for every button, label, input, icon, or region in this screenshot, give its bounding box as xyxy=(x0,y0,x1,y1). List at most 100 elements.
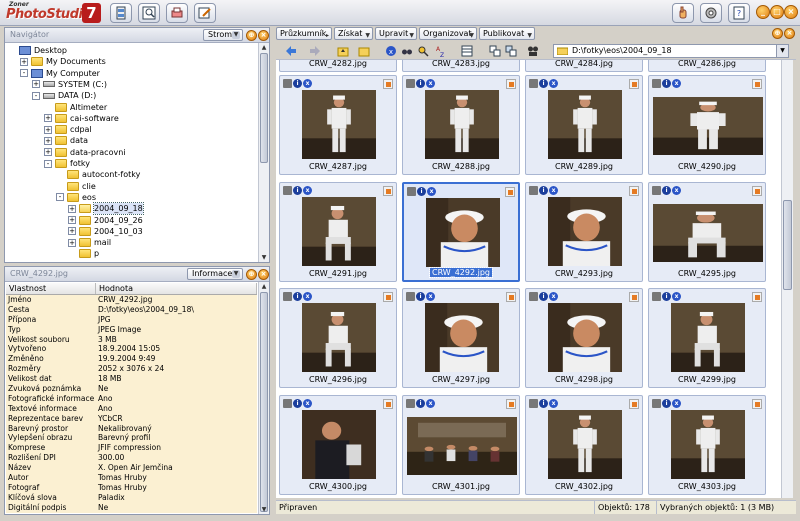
help-button[interactable]: ? xyxy=(728,3,750,23)
thumbnail-cell[interactable]: i x CRW_4291.jpg xyxy=(279,181,397,282)
thumbnail-cell[interactable]: i x CRW_4292.jpg xyxy=(402,181,520,282)
tree-item[interactable]: Desktop xyxy=(8,45,67,56)
filter-button[interactable] xyxy=(416,44,430,58)
tree-item[interactable]: +2004_09_26 xyxy=(68,215,143,226)
property-row[interactable]: Digitální podpis Ne xyxy=(6,502,257,513)
thumbnail-cell[interactable]: i x CRW_4288.jpg xyxy=(402,75,520,175)
tree-item[interactable]: - DATA (D:) xyxy=(32,90,96,101)
forward-button[interactable] xyxy=(304,44,326,58)
hand-tool-button[interactable] xyxy=(672,3,694,23)
view-mode-button[interactable] xyxy=(456,44,478,58)
browser-mode-button[interactable] xyxy=(110,3,132,23)
tree-item[interactable]: - fotky xyxy=(44,158,90,169)
rotate-icon[interactable] xyxy=(752,79,762,89)
tree-item[interactable]: clie xyxy=(56,181,96,192)
tree-item[interactable]: p xyxy=(68,248,99,259)
property-row[interactable]: Autor Tomas Hruby xyxy=(6,473,257,483)
maximize-button[interactable]: □ xyxy=(770,5,784,19)
property-row[interactable]: Klíčová slova Paladix xyxy=(6,492,257,503)
tree-item[interactable]: + data xyxy=(44,135,88,146)
info-scrollbar[interactable]: ▲ ▼ xyxy=(258,282,269,514)
rotate-icon[interactable] xyxy=(383,292,393,302)
thumbnail-cell[interactable]: i x CRW_4296.jpg xyxy=(279,288,397,388)
expand-icon[interactable]: + xyxy=(32,80,40,89)
pin-icon[interactable]: ⊕ xyxy=(246,269,257,280)
collapse-icon[interactable]: - xyxy=(44,159,52,168)
property-row[interactable]: Rozměry 2052 x 3076 x 24 xyxy=(6,364,257,375)
thumbnail-cell[interactable]: i x CRW_4298.jpg xyxy=(525,288,643,388)
property-row[interactable]: Vytvořeno 18.9.2004 15:05 xyxy=(6,344,257,355)
rotate-icon[interactable] xyxy=(629,79,639,89)
thumbnail-cell[interactable]: i x CRW_4297.jpg xyxy=(402,288,520,388)
tree-item[interactable]: + My Documents xyxy=(20,56,106,67)
property-row[interactable]: Zvuková poznámka Ne xyxy=(6,384,257,394)
back-button[interactable] xyxy=(280,44,302,58)
navigator-view-combo[interactable]: Strom ▼ xyxy=(203,29,243,41)
thumbnail-cell[interactable]: CRW_4283.jpg xyxy=(402,60,520,72)
rotate-icon[interactable] xyxy=(752,398,762,409)
rotate-icon[interactable] xyxy=(383,398,393,409)
expand-icon[interactable]: + xyxy=(68,227,76,236)
thumbnail-cell[interactable]: i x CRW_4290.jpg xyxy=(648,75,766,175)
tree-item[interactable]: Altimeter xyxy=(44,102,107,113)
expand-icon[interactable]: + xyxy=(68,216,76,224)
collapse-icon[interactable]: - xyxy=(32,91,40,100)
thumbnail-cell[interactable]: CRW_4282.jpg xyxy=(279,60,397,72)
rotate-icon[interactable] xyxy=(629,292,639,302)
rotate-icon[interactable] xyxy=(505,186,515,197)
expand-icon[interactable]: + xyxy=(20,57,28,66)
move-to-button[interactable] xyxy=(504,44,518,58)
tree-item[interactable]: autocont-fotky xyxy=(56,169,140,180)
rotate-icon[interactable] xyxy=(752,292,762,302)
tree-item[interactable]: + SYSTEM (C:) xyxy=(32,79,107,90)
scroll-down-icon[interactable]: ▼ xyxy=(260,505,268,514)
thumbnail-cell[interactable]: i x CRW_4287.jpg xyxy=(279,75,397,175)
thumbnail-cell[interactable]: i x CRW_4293.jpg xyxy=(525,181,643,282)
minimize-button[interactable]: _ xyxy=(756,5,770,19)
folder-up-button[interactable] xyxy=(336,44,350,58)
rotate-icon[interactable] xyxy=(752,185,762,196)
property-row[interactable]: Fotografické informace Ano xyxy=(6,393,257,404)
tree-item[interactable]: - My Computer xyxy=(20,68,100,79)
folder-tree[interactable]: Desktop + My Documents - My Computer + SYSTEM … xyxy=(6,44,257,261)
rotate-icon[interactable] xyxy=(629,398,639,409)
expand-icon[interactable]: + xyxy=(44,148,52,157)
property-row[interactable]: Cesta D:\fotky\eos\2004_09_18\ xyxy=(6,304,257,315)
editor-mode-button[interactable] xyxy=(194,3,216,23)
property-row[interactable]: Fotograf Tomas Hruby xyxy=(6,482,257,493)
find-button[interactable] xyxy=(400,44,414,58)
new-folder-button[interactable] xyxy=(354,44,374,58)
menu-acquire[interactable]: Získat ▼ xyxy=(334,27,373,40)
menu-explorer[interactable]: Průzkumník ▸ xyxy=(276,27,332,40)
property-row[interactable]: Změněno 19.9.2004 9:49 xyxy=(6,354,257,365)
scroll-thumb[interactable] xyxy=(260,53,268,163)
settings-button[interactable] xyxy=(700,3,722,23)
col-value[interactable]: Hodnota xyxy=(96,283,257,294)
path-combo[interactable]: D:\fotky\eos\2004_09_18 ▼ xyxy=(553,44,789,58)
scroll-down-icon[interactable]: ▼ xyxy=(260,253,268,262)
info-view-combo[interactable]: Informace ▼ xyxy=(187,268,243,280)
thumbnail-grid[interactable]: CRW_4282.jpg CRW_4283.jpg CRW_4284.jpg CRW_… xyxy=(276,60,781,498)
tree-item[interactable]: +2004_09_18 xyxy=(68,202,144,216)
close-icon[interactable]: × xyxy=(258,269,269,280)
thumbnail-cell[interactable]: CRW_4284.jpg xyxy=(525,60,643,72)
rotate-icon[interactable] xyxy=(506,398,516,409)
tree-item[interactable]: + data-pracovni xyxy=(44,147,126,158)
pin-icon[interactable]: ⊕ xyxy=(246,30,257,41)
expand-icon[interactable]: + xyxy=(68,238,76,247)
tree-item[interactable]: + cai-software xyxy=(44,113,119,124)
thumbnail-cell[interactable]: i x CRW_4289.jpg xyxy=(525,75,643,175)
property-row[interactable]: Rozlišení DPI 300.00 xyxy=(6,453,257,464)
info-button[interactable]: x xyxy=(384,44,398,58)
property-row[interactable]: Komprese JFIF compression xyxy=(6,443,257,454)
expand-icon[interactable]: + xyxy=(44,114,52,123)
chevron-down-icon[interactable]: ▼ xyxy=(776,45,788,57)
menu-publish[interactable]: Publikovat ▼ xyxy=(479,27,535,40)
rotate-icon[interactable] xyxy=(383,185,393,196)
expand-icon[interactable]: + xyxy=(68,204,76,213)
copy-to-button[interactable] xyxy=(488,44,502,58)
scroll-up-icon[interactable]: ▲ xyxy=(260,43,268,52)
thumbnail-cell[interactable]: i x CRW_4303.jpg xyxy=(648,394,766,495)
menu-edit[interactable]: Upravit ▼ xyxy=(375,27,417,40)
col-property[interactable]: Vlastnost xyxy=(6,283,96,294)
